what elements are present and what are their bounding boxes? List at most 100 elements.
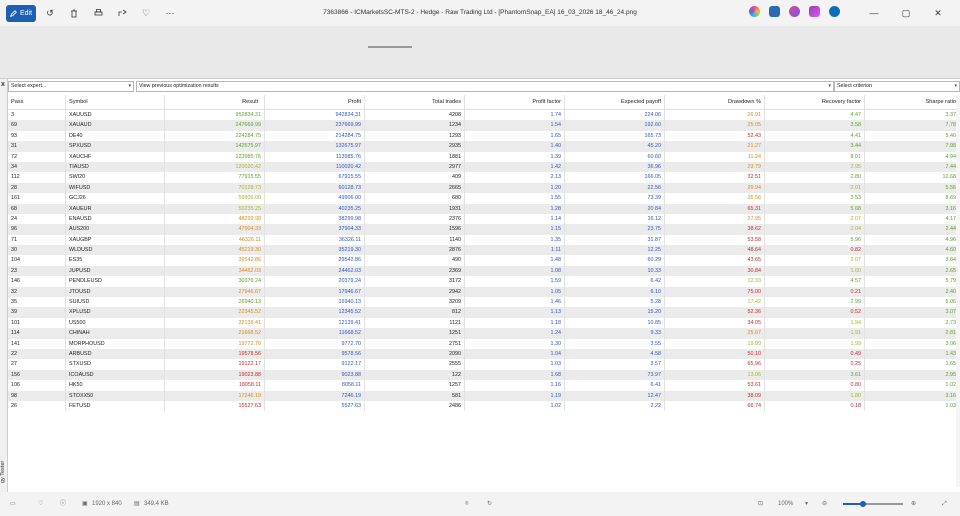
cell-profit: 110020.42 (265, 161, 365, 173)
zoom-level[interactable]: 100% (778, 492, 793, 516)
cell-trades: 490 (365, 255, 465, 266)
cell-pf: 1.55 (465, 193, 565, 204)
cell-rf: 2.04 (765, 224, 865, 235)
table-row[interactable]: 161 GCJ26 59906.00 49906.00 680 1.55 73.39 26.5… (8, 193, 960, 204)
cell-symbol: XAUAUD (66, 120, 165, 131)
table-row[interactable]: 114 CHINAH 21668.52 11668.52 1251 1.24 9.33 25.… (8, 328, 960, 339)
zoom-slider[interactable] (843, 501, 903, 507)
image-scroll-indicator[interactable] (368, 46, 412, 48)
cell-sr: 3.06 (865, 338, 960, 349)
table-row[interactable]: 32 JTOUSD 27946.67 17946.67 2942 1.05 6.10 75.0… (8, 286, 960, 298)
table-row[interactable]: 24 ENAUSD 48299.98 38299.98 2376 1.14 16.12 27.… (8, 213, 960, 225)
rotate-left-icon[interactable]: ↺ (40, 5, 60, 21)
chevron-down-icon: ▾ (828, 83, 831, 89)
column-header[interactable]: Profit (265, 95, 365, 109)
visual-search-icon[interactable]: ⌾ (465, 492, 469, 516)
column-header[interactable]: Total trades (365, 95, 465, 109)
table-row[interactable]: 93 DE40 224284.75 214284.75 1293 1.65 165.73 52… (8, 130, 960, 142)
cell-symbol: DE40 (66, 130, 165, 142)
table-row[interactable]: 71 XAUGBP 46326.11 36326.11 1140 1.35 31.87 53.… (8, 234, 960, 246)
tester-side-strip: x gy Tester (0, 79, 8, 493)
vertical-scrollbar[interactable] (956, 95, 960, 487)
column-header[interactable]: Pass (8, 95, 66, 109)
image-editor-icon[interactable] (769, 6, 780, 17)
cell-sr: 4.96 (865, 234, 960, 246)
table-row[interactable]: 27 STXUSD 19122.17 9122.17 2555 1.03 3.57 65.96… (8, 359, 960, 370)
fit-window-icon[interactable]: ⊡ (758, 492, 763, 516)
table-row[interactable]: 141 MORPHOUSD 19772.70 9772.70 2751 1.30 3.55 1… (8, 338, 960, 349)
table-row[interactable]: 68 XAUEUR 50235.25 40235.25 1931 1.28 20.84 65.… (8, 203, 960, 214)
cell-ep: 16.12 (565, 213, 665, 225)
maximize-icon[interactable]: ▢ (890, 8, 922, 19)
column-header[interactable]: Drawdown % (665, 95, 765, 109)
more-icon[interactable]: ⋯ (160, 5, 180, 21)
table-row[interactable]: 28 WIFUSD 70128.73 60128.73 2665 1.20 22.56 29.… (8, 182, 960, 194)
criterion-select[interactable]: Select criterion ▾ (834, 81, 960, 92)
cell-pf: 1.20 (465, 182, 565, 194)
zoom-in-icon[interactable]: ⊕ (911, 492, 916, 516)
copilot-icon[interactable] (749, 6, 760, 17)
cell-sr: 5.06 (865, 297, 960, 308)
cell-trades: 1251 (365, 328, 465, 339)
edit-button[interactable]: Edit (6, 4, 36, 22)
print-icon[interactable] (88, 5, 108, 21)
table-row[interactable]: 22 ARBUSD 19578.56 9578.56 2090 1.04 4.58 50.10… (8, 348, 960, 360)
cell-rf: 1.80 (765, 390, 865, 401)
table-row[interactable]: 72 XAUCHF 123985.76 113985.76 1881 1.39 60.60 1… (8, 151, 960, 162)
close-panel-icon[interactable]: x (1, 81, 5, 88)
column-header[interactable]: Expected payoff (565, 95, 665, 109)
column-header[interactable]: Sharpe ratio (865, 95, 960, 109)
table-row[interactable]: 96 AUS200 47904.33 37904.33 1596 1.15 23.75 38.… (8, 224, 960, 235)
table-row[interactable]: 104 ES35 39542.86 29542.86 490 1.48 60.29 43.65… (8, 255, 960, 266)
column-header[interactable]: Profit factor (465, 95, 565, 109)
cell-result: 48299.98 (165, 213, 265, 225)
cell-dd: 50.10 (665, 348, 765, 360)
clipchamp-icon[interactable] (789, 6, 800, 17)
table-row[interactable]: 69 XAUAUD 247669.99 237669.99 1234 1.54 192.60… (8, 120, 960, 131)
info-icon[interactable]: ⓘ (60, 492, 66, 516)
delete-icon[interactable] (64, 5, 84, 21)
cell-sr: 1.03 (865, 400, 960, 412)
close-icon[interactable]: ✕ (922, 8, 954, 19)
table-row[interactable]: 30 WLDUSD 45219.30 35219.30 2876 1.11 12.25 48.… (8, 245, 960, 256)
table-row[interactable]: 26 FETUSD 15527.63 5527.63 2486 1.02 2.22 66.74… (8, 400, 960, 412)
results-select[interactable]: View previous optimization results ▾ (136, 81, 834, 92)
table-row[interactable]: 34 TIAUSD 120020.42 110020.42 2977 1.42 36.96 2… (8, 161, 960, 173)
column-header[interactable]: Symbol (66, 95, 165, 109)
rotate-icon[interactable]: ↻ (487, 492, 492, 516)
table-row[interactable]: 39 XPLUSD 22345.52 12345.52 812 1.13 15.20 52.3… (8, 307, 960, 318)
cell-profit: 9578.56 (265, 348, 365, 360)
chevron-down-icon[interactable]: ▾ (805, 492, 808, 516)
table-row[interactable]: 23 JUPUSD 34462.03 24462.03 2369 1.08 10.33 30.… (8, 265, 960, 277)
table-row[interactable]: 112 SWI20 77915.55 67915.55 409 2.13 166.05 32.… (8, 172, 960, 183)
table-row[interactable]: 101 US500 22139.41 12139.41 1121 1.18 10.85 34.… (8, 317, 960, 329)
table-row[interactable]: 146 PENDLEUSD 30379.24 20379.24 3172 1.59 6.42… (8, 276, 960, 287)
fullscreen-icon[interactable]: ⤢ (942, 492, 947, 516)
cell-pass: 23 (8, 265, 66, 277)
minimize-icon[interactable]: — (858, 8, 890, 18)
table-row[interactable]: 31 SPXUSD 142675.97 132675.97 2935 1.40 45.20 2… (8, 141, 960, 152)
favorite-icon[interactable]: ♡ (136, 5, 156, 21)
filmstrip-icon[interactable]: ▭ (10, 492, 16, 516)
zoom-out-icon[interactable]: ⊖ (822, 492, 827, 516)
cell-sr: 3.84 (865, 255, 960, 266)
share-icon[interactable] (112, 5, 132, 21)
table-row[interactable]: 35 SUIUSD 26940.13 16940.13 3209 1.46 5.28 17.4… (8, 297, 960, 308)
table-row[interactable]: 3 XAUUSD 952834.31 942834.31 4208 1.74 224.06 2… (8, 110, 960, 121)
cell-symbol: XAUCHF (66, 151, 165, 162)
cell-dd: 29.94 (665, 182, 765, 194)
column-header[interactable]: Recovery factor (765, 95, 865, 109)
expert-select[interactable]: Select expert... ▾ (8, 81, 134, 92)
favorite-status-icon[interactable]: ♡ (38, 492, 43, 516)
table-row[interactable]: 156 ICOAUSD 19023.88 9023.88 122 1.68 73.97 13.… (8, 369, 960, 381)
table-row[interactable]: 98 STOXX50 17246.19 7246.19 581 1.19 12.47 38.0… (8, 390, 960, 401)
cell-rf: 0.21 (765, 286, 865, 298)
designer-icon[interactable] (809, 6, 820, 17)
onedrive-icon[interactable] (829, 6, 840, 17)
column-header[interactable]: Result (165, 95, 265, 109)
cell-trades: 1881 (365, 151, 465, 162)
cell-pf: 1.24 (465, 328, 565, 339)
zoom-slider-knob[interactable] (859, 501, 866, 507)
cell-ep: 73.39 (565, 193, 665, 204)
table-row[interactable]: 106 HK50 18058.11 8058.11 1257 1.16 6.41 53.61 0… (8, 380, 960, 391)
